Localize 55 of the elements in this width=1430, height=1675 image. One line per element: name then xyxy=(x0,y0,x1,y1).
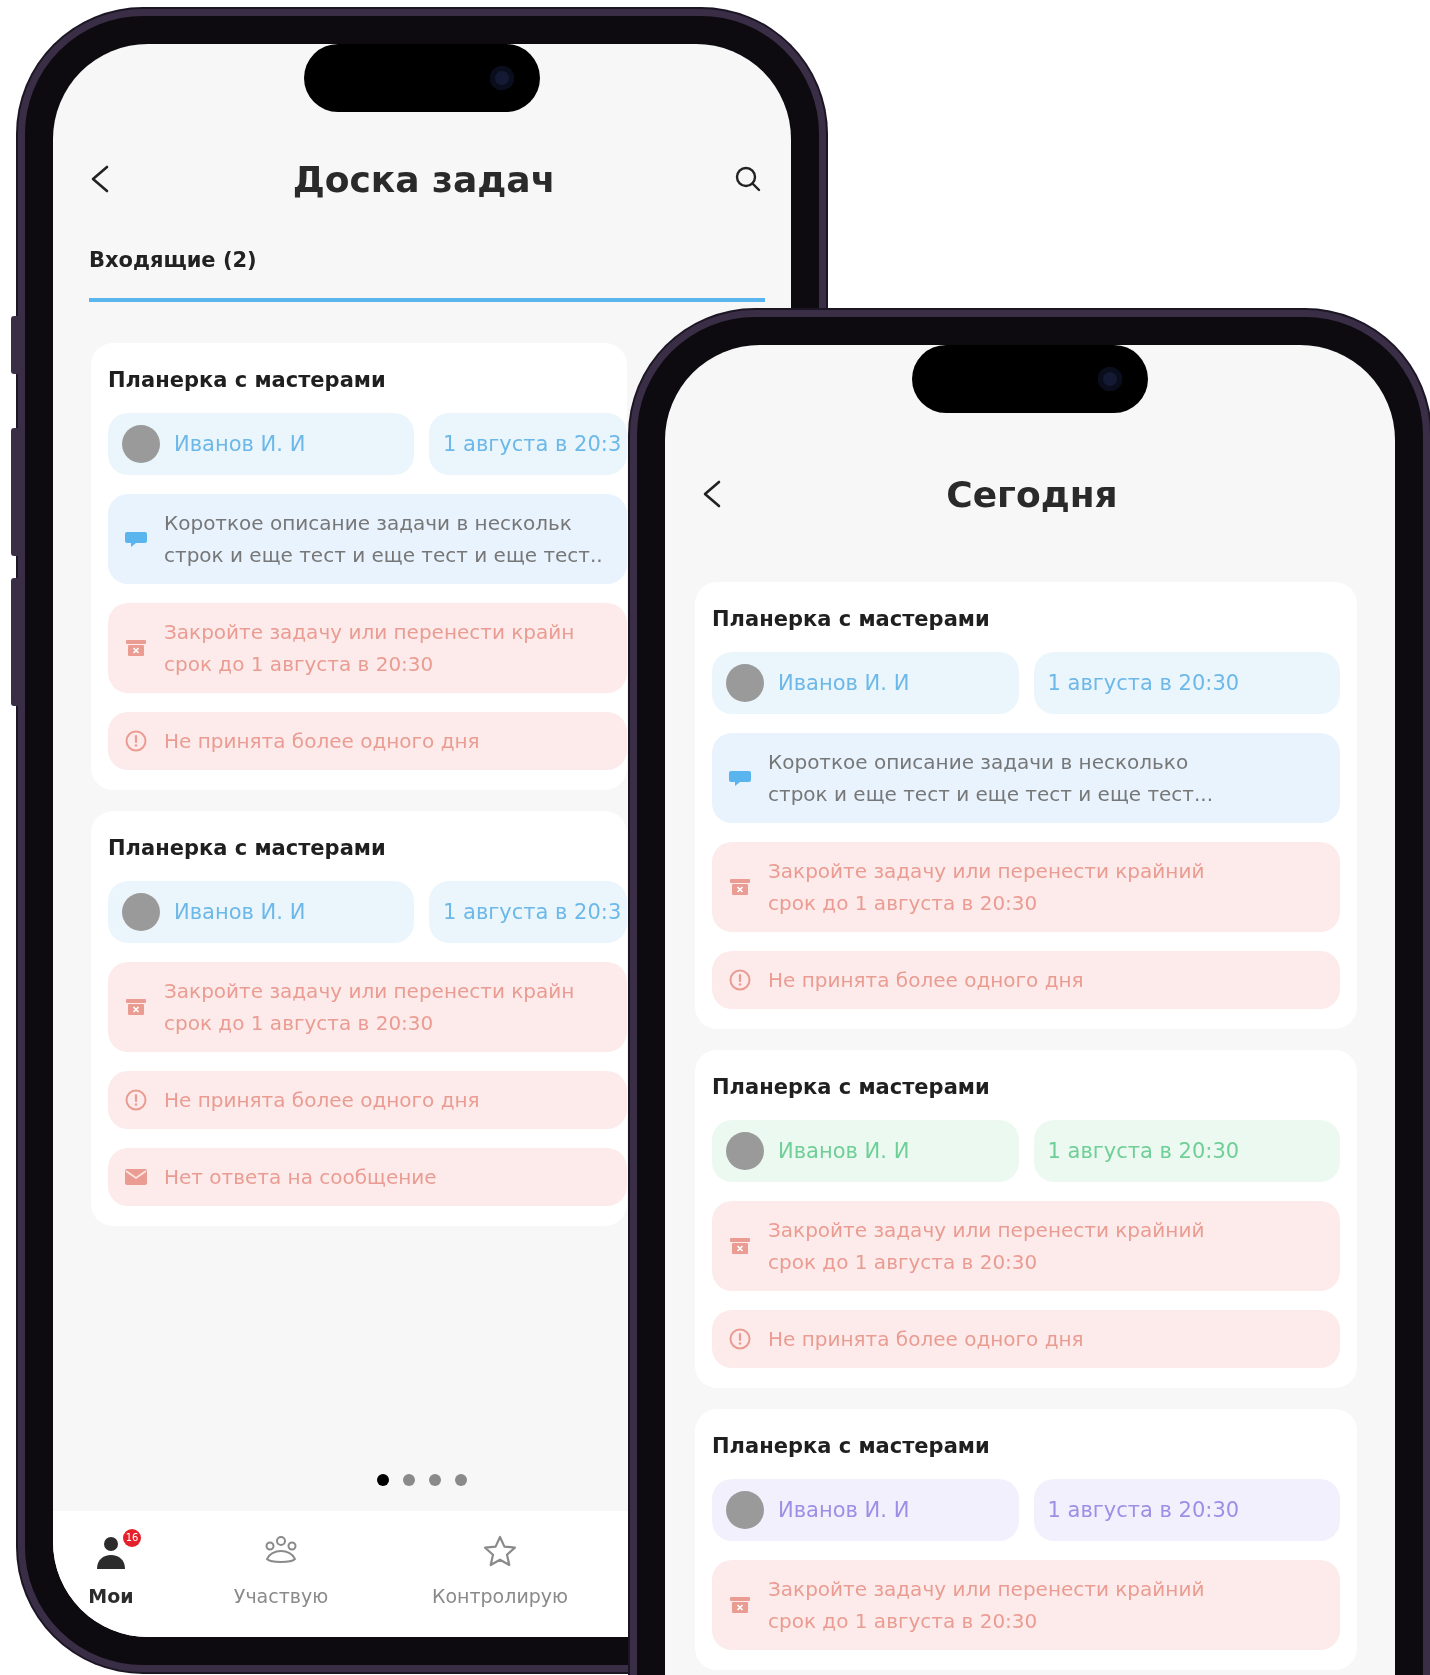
avatar-placeholder xyxy=(726,1132,764,1170)
task-title: Планерка с мастерами xyxy=(712,606,991,633)
due-date-chip: 1 августа в 20:30 xyxy=(1033,652,1340,714)
exclamation-circle-icon xyxy=(124,1088,148,1112)
nav-label: Участвую xyxy=(233,1585,329,1607)
avatar-placeholder xyxy=(122,893,160,931)
note-text: Закройте задачу или перенести крайний срок до 1 августа в 20:30 xyxy=(768,1576,1205,1635)
camera-lens xyxy=(490,66,514,90)
due-date-chip: 1 августа в 20:30 xyxy=(1033,1479,1340,1541)
task-title: Планерка с мастерами xyxy=(108,835,387,862)
nav-label: Мои xyxy=(88,1585,134,1607)
note-text: Закройте задачу или перенести крайний срок до 1 августа в 20:30 xyxy=(768,858,1205,917)
note-text: Закройте задачу или перенести крайн срок до 1 августа в 20:30 xyxy=(164,619,575,678)
task-title: Планерка с мастерами xyxy=(712,1433,991,1460)
note-text: Не принята более одного дня xyxy=(768,1326,1084,1353)
due-date-chip: 1 августа в 20:3 xyxy=(429,881,627,943)
exclamation-circle-icon xyxy=(728,1327,752,1351)
page-dot[interactable] xyxy=(403,1474,415,1486)
screen-title: Сегодня xyxy=(945,473,1119,515)
page-dot[interactable] xyxy=(429,1474,441,1486)
note-text: Не принята более одного дня xyxy=(164,1087,480,1114)
task-card[interactable]: Планерка с мастерами Иванов И. И 1 августа в 20:30 Закройте задачу или перенести крайний срок до 1 августа в 20:30 Не принята более одного дня xyxy=(695,1050,1357,1388)
assignee-name: Иванов И. И xyxy=(778,1498,910,1522)
note-text: Нет ответа на сообщение xyxy=(164,1164,437,1191)
note-text: Закройте задачу или перенести крайн срок до 1 августа в 20:30 xyxy=(164,978,575,1037)
task-card[interactable] xyxy=(91,343,627,790)
avatar-placeholder xyxy=(122,425,160,463)
assignee-name: Иванов И. И xyxy=(174,900,306,924)
task-title: Планерка с мастерами xyxy=(712,1074,991,1101)
exclamation-circle-icon xyxy=(728,968,752,992)
tab[interactable]: Входящие (2) xyxy=(89,248,765,302)
note-text: Короткое описание задачи в нескольк строк и еще тест и еще тест и еще тест.. xyxy=(164,510,603,569)
avatar-placeholder xyxy=(726,1491,764,1529)
task-card[interactable] xyxy=(695,582,1357,1029)
nav-label: Контролирую xyxy=(431,1585,569,1607)
notification-badge: 16 xyxy=(123,1529,141,1547)
task-card[interactable]: Планерка с мастерами Иванов И. И 1 августа в 20:3 Закройте задачу или перенести крайн срок до 1 августа в 20:30 Не принята более одного дня Нет ответа на сообщение xyxy=(91,811,627,1226)
note-text: Не принята более одного дня xyxy=(768,967,1084,994)
note-text: Короткое описание задачи в несколько строк и еще тест и еще тест и еще тест... xyxy=(768,749,1214,808)
task-title: Планерка с мастерами xyxy=(108,367,387,394)
page-dot[interactable] xyxy=(455,1474,467,1486)
screen-title: Доска задач xyxy=(291,158,557,200)
assignee-name: Иванов И. И xyxy=(778,1139,910,1163)
due-date-chip: 1 августа в 20:30 xyxy=(1033,1120,1340,1182)
note-text: Не принята более одного дня xyxy=(164,728,480,755)
page-dot[interactable] xyxy=(377,1474,389,1486)
camera-lens xyxy=(1098,367,1122,391)
task-card[interactable]: Планерка с мастерами Иванов И. И 1 августа в 20:30 Закройте задачу или перенести крайний срок до 1 августа в 20:30 xyxy=(695,1409,1357,1670)
assignee-name: Иванов И. И xyxy=(174,432,306,456)
assignee-name: Иванов И. И xyxy=(778,671,910,695)
search-icon[interactable] xyxy=(735,164,761,194)
exclamation-circle-icon xyxy=(124,729,148,753)
note-text: Закройте задачу или перенести крайний срок до 1 августа в 20:30 xyxy=(768,1217,1205,1276)
avatar-placeholder xyxy=(726,664,764,702)
due-date-chip: 1 августа в 20:3 xyxy=(429,413,627,475)
